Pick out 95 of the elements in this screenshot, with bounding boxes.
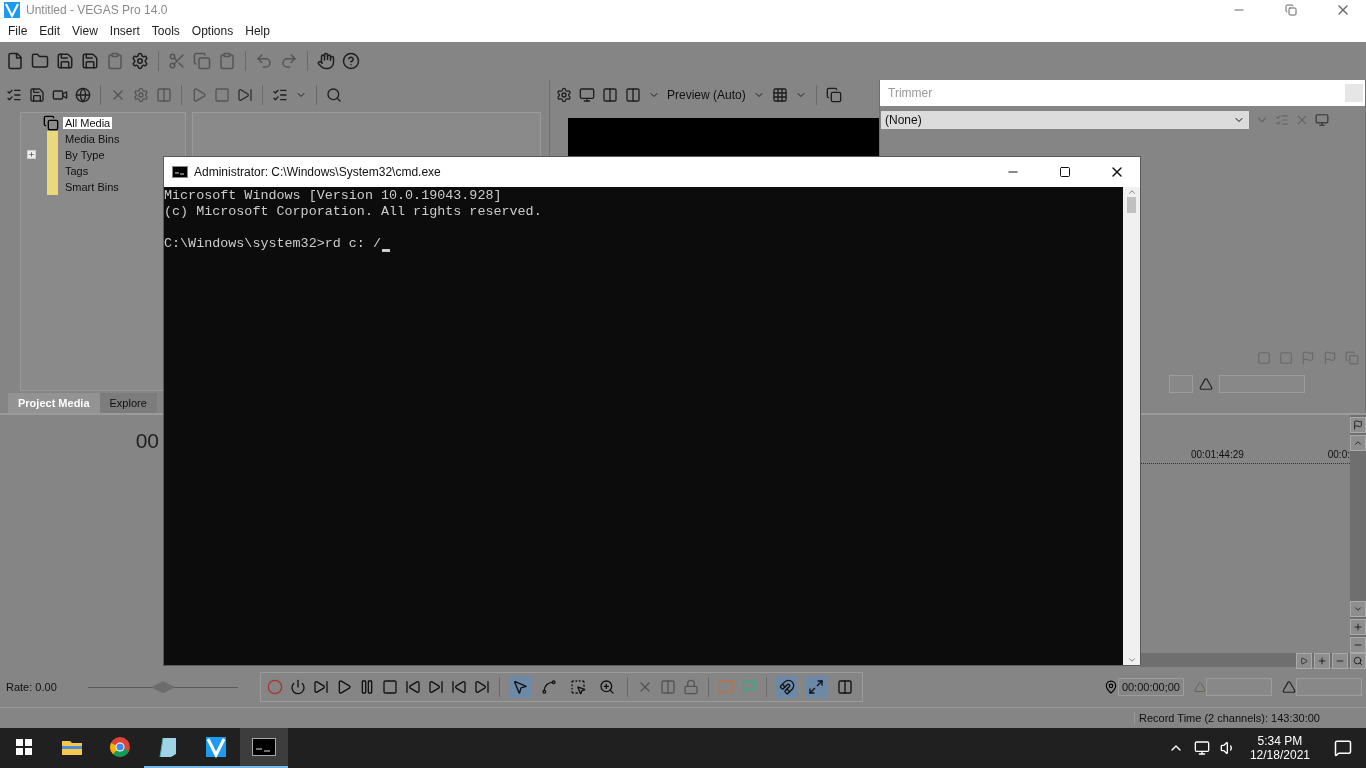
menu-item[interactable]: View	[66, 23, 104, 38]
taskbar-app[interactable]	[240, 728, 288, 768]
new-file-icon[interactable]	[6, 51, 24, 70]
window-title: Untitled - VEGAS Pro 14.0	[26, 2, 169, 17]
browser-icon	[109, 736, 131, 759]
save-icon[interactable]	[56, 51, 74, 70]
folder-icon	[61, 738, 83, 757]
menu-item[interactable]: Help	[239, 23, 276, 38]
terminal-icon	[252, 738, 276, 757]
selection-icon	[570, 679, 586, 696]
envelope-icon	[541, 679, 557, 696]
editor-logo-icon	[205, 736, 227, 759]
menu-item[interactable]: File	[2, 23, 34, 38]
magnet-icon	[779, 679, 795, 696]
save-as-icon[interactable]	[81, 51, 99, 70]
scroll-right-button[interactable]	[1296, 653, 1312, 670]
open-folder-icon[interactable]	[31, 51, 49, 70]
source-dropdown[interactable]: (None)	[881, 110, 1249, 129]
media-stack-icon	[43, 114, 59, 131]
tree-item[interactable]: By Type	[63, 148, 107, 161]
loop-icon[interactable]	[290, 679, 306, 696]
frame-forward-icon[interactable]	[474, 679, 490, 696]
cut-icon[interactable]	[168, 51, 186, 70]
start-icon[interactable]	[16, 739, 32, 756]
split-screen-icon[interactable]	[602, 86, 618, 103]
network-icon[interactable]	[1193, 740, 1210, 757]
folder-icon	[47, 130, 58, 147]
paste-icon[interactable]	[218, 51, 236, 70]
copy-frame-icon[interactable]	[825, 86, 842, 103]
clock-date[interactable]: 12/18/2021	[1249, 748, 1310, 763]
scrollbar[interactable]	[1123, 187, 1140, 665]
terminal-icon	[172, 166, 188, 178]
selection-field[interactable]	[1206, 678, 1272, 697]
preview-quality-label[interactable]: Preview (Auto)	[667, 87, 746, 102]
undo-icon[interactable]	[255, 51, 273, 70]
play-icon[interactable]	[1300, 657, 1308, 666]
ruler-label: 00:0:	[1327, 449, 1350, 463]
copy-icon[interactable]	[193, 51, 211, 70]
clock-time[interactable]: 5:34 PM	[1257, 734, 1303, 749]
tree-item[interactable]: Media Bins	[63, 132, 122, 145]
monitor-icon[interactable]	[579, 86, 595, 103]
grid-icon[interactable]	[771, 86, 788, 103]
web-media-icon[interactable]	[75, 86, 91, 103]
ruler-label: 00:01:44:29	[1191, 449, 1244, 463]
record-icon[interactable]	[267, 679, 283, 696]
notepad-icon	[158, 736, 178, 759]
stop-icon[interactable]	[382, 679, 398, 696]
hand-icon[interactable]	[317, 51, 335, 70]
tool-button[interactable]	[509, 676, 531, 699]
maximize-icon[interactable]	[1059, 166, 1071, 178]
rate-label: Rate: 0.00	[6, 681, 58, 694]
scroll-thumb[interactable]	[1127, 197, 1136, 213]
help-icon[interactable]	[342, 51, 360, 70]
redo-icon[interactable]	[280, 51, 298, 70]
tool-button[interactable]	[805, 676, 827, 699]
cursor-time-field[interactable]: 00:00:00;00	[1117, 678, 1184, 697]
settings-icon[interactable]	[131, 51, 149, 70]
overlay-icon[interactable]	[625, 86, 641, 103]
console-line: Microsoft Windows [Version 10.0.19043.928]	[164, 188, 503, 204]
tree-item[interactable]: Smart Bins	[63, 180, 121, 193]
time-display: 00	[135, 429, 159, 455]
trimmer-title: Trimmer	[888, 85, 934, 100]
menu-item[interactable]: Edit	[33, 23, 67, 38]
menu-item[interactable]: Insert	[103, 23, 146, 38]
menu-item[interactable]: Tools	[145, 23, 186, 38]
lock-icon[interactable]	[683, 679, 699, 696]
tree-item[interactable]: All Media	[63, 116, 113, 129]
menu-item[interactable]: Options	[185, 23, 240, 38]
zoom-icon	[599, 679, 615, 696]
console-line: (c) Microsoft Corporation. All rights reserved.	[164, 204, 543, 220]
tree-item[interactable]: Tags	[63, 164, 91, 177]
previous-icon[interactable]	[405, 679, 421, 696]
settings-icon[interactable]	[556, 86, 572, 103]
console-prompt: C:\Windows\system32>rd c: /	[164, 236, 381, 252]
notification-icon[interactable]	[1334, 739, 1352, 758]
pointer-icon	[512, 679, 528, 696]
panel-tab[interactable]: Explore	[99, 393, 157, 414]
folder-icon	[47, 178, 58, 195]
next-icon[interactable]	[428, 679, 444, 696]
tool-button[interactable]	[776, 676, 798, 699]
chevron-down-icon[interactable]	[1126, 655, 1137, 665]
restore-icon[interactable]	[1285, 3, 1297, 16]
expand-toggle[interactable]	[27, 150, 36, 160]
search-icon[interactable]	[326, 86, 342, 103]
media-settings-icon[interactable]	[133, 86, 149, 103]
triangle-icon	[1194, 681, 1206, 694]
monitor-icon[interactable]	[1315, 112, 1329, 127]
length-field[interactable]	[1296, 678, 1362, 697]
frame-back-icon[interactable]	[451, 679, 467, 696]
pin-icon[interactable]	[1103, 680, 1118, 695]
text-cursor	[381, 249, 390, 252]
play-icon[interactable]	[336, 679, 352, 696]
pause-icon[interactable]	[359, 679, 375, 696]
record-time-status: Record Time (2 channels): 143:30:00	[1134, 712, 1366, 725]
window-title: Administrator: C:\Windows\System32\cmd.exe	[194, 165, 442, 179]
